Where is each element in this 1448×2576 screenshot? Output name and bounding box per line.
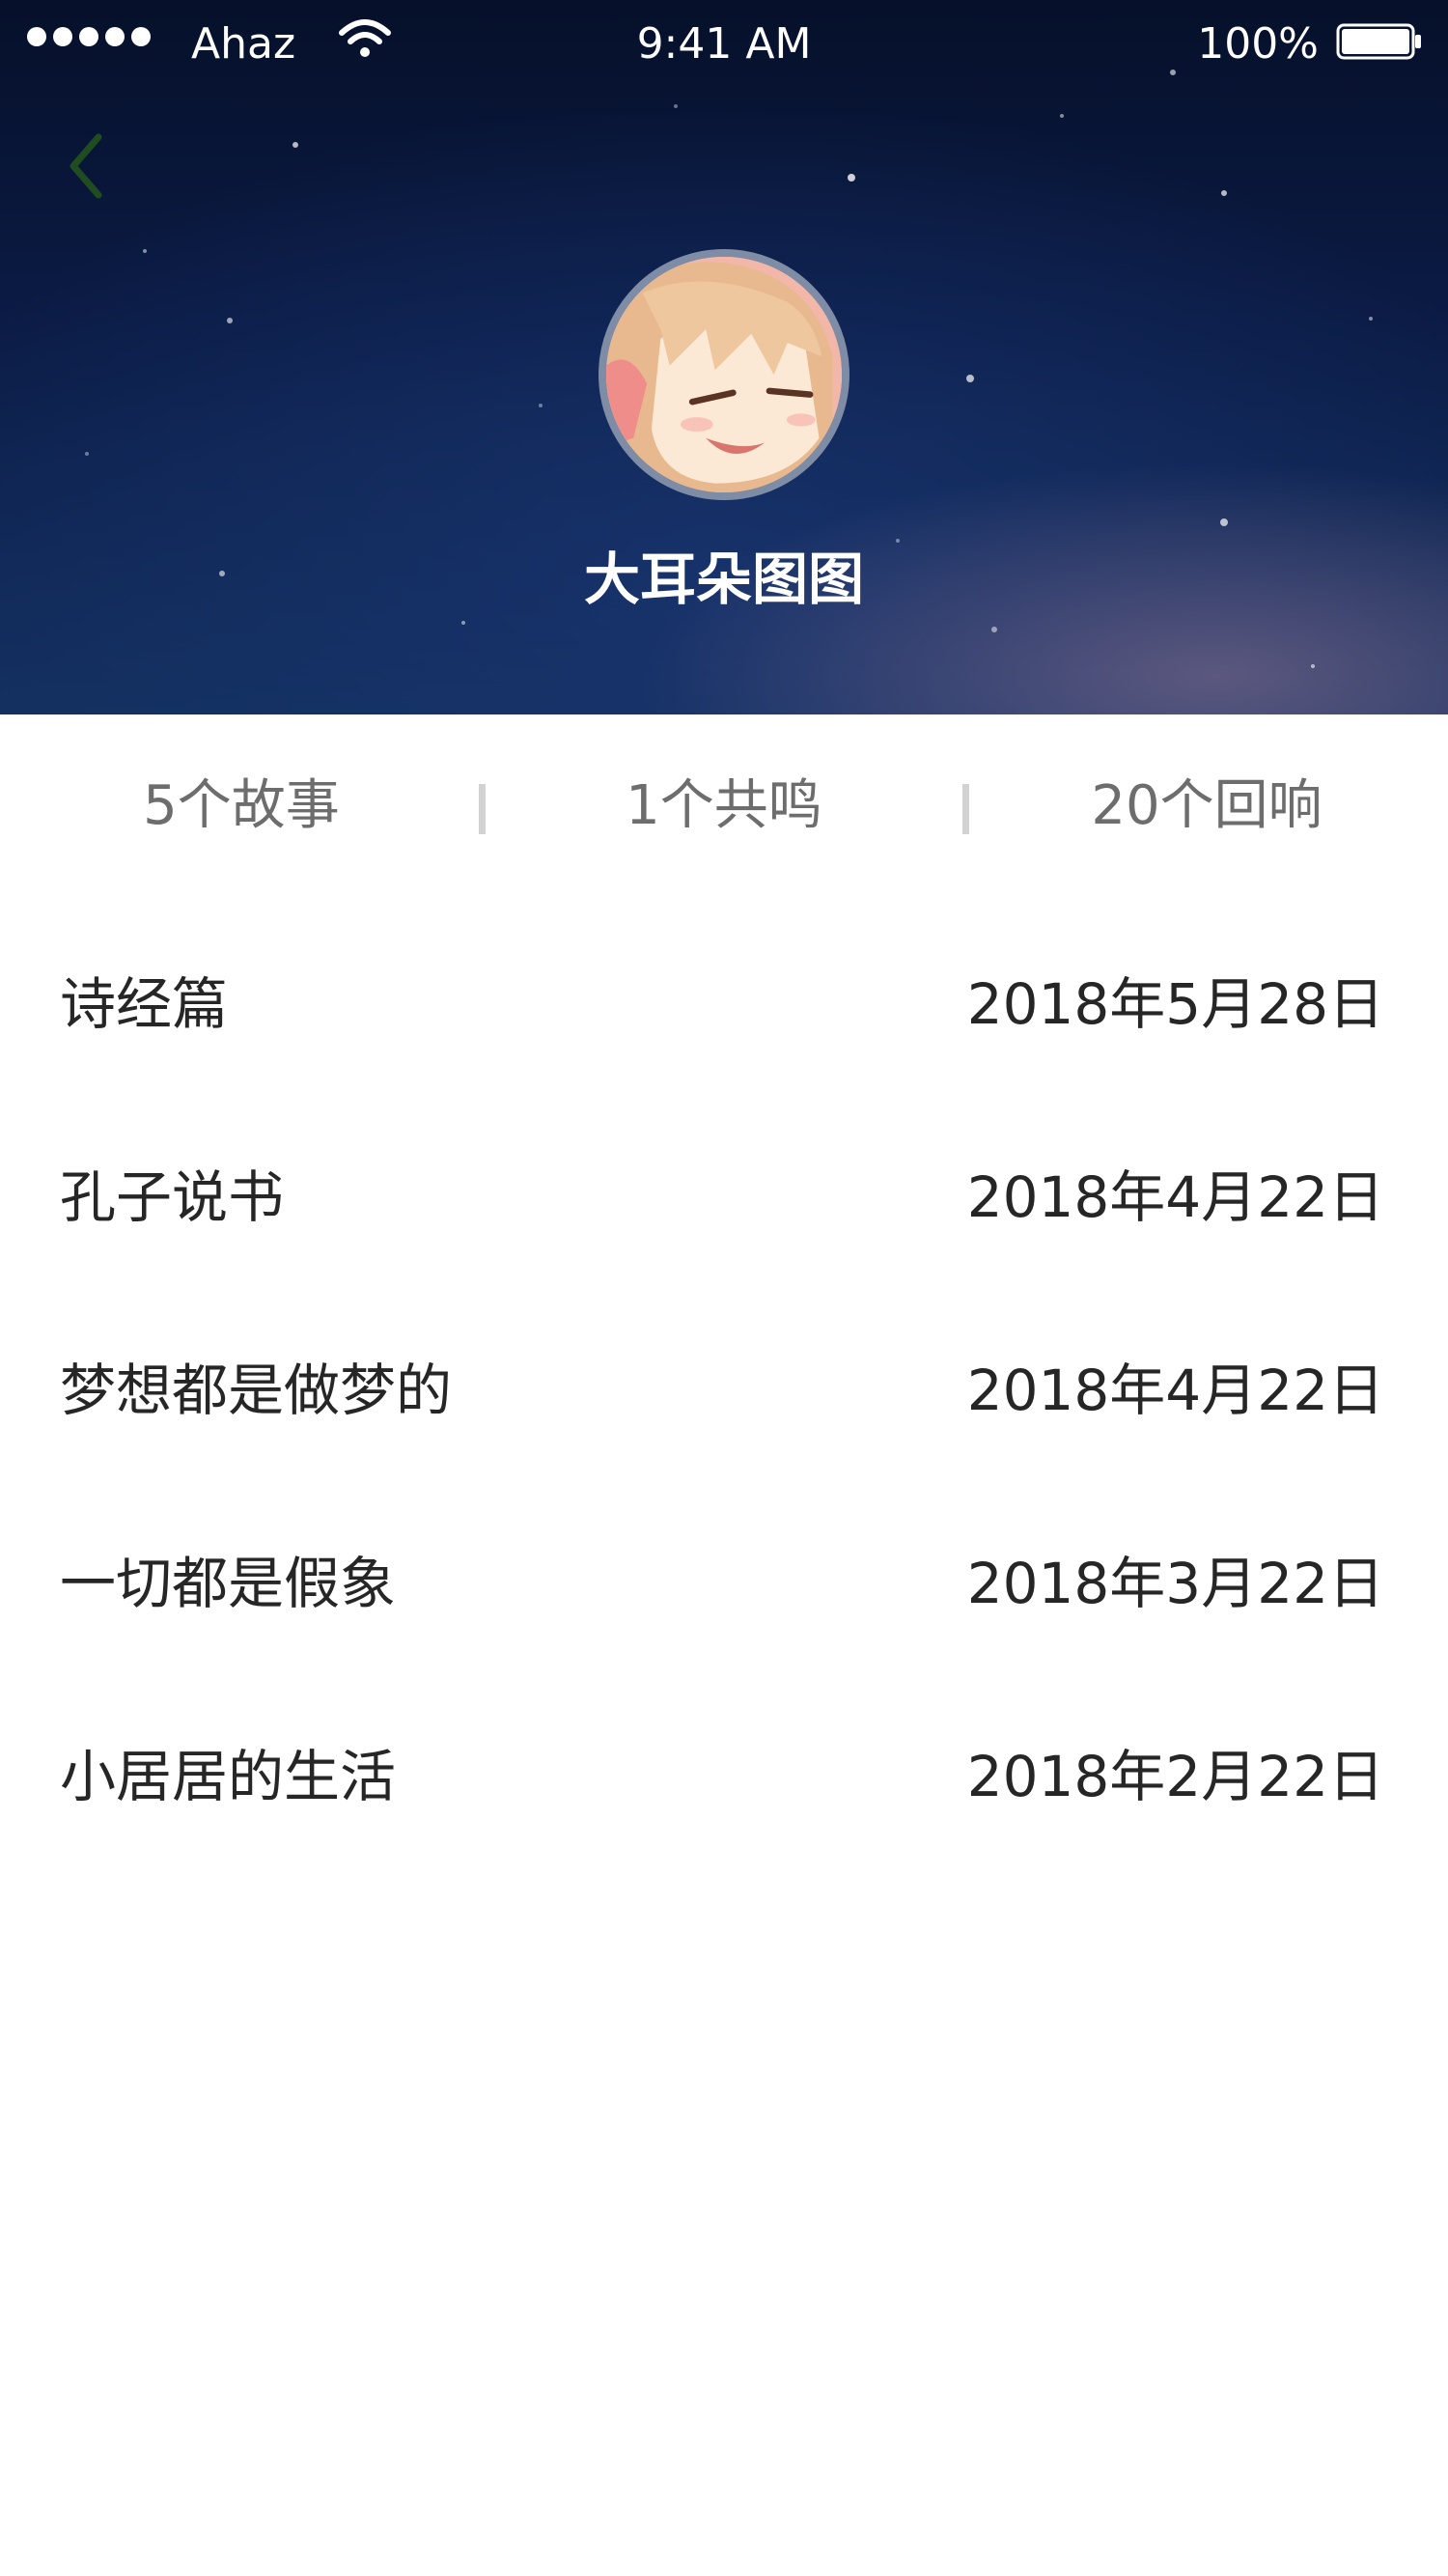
story-title: 梦想都是做梦的: [60, 1358, 453, 1423]
username: 大耳朵图图: [583, 546, 864, 612]
list-item[interactable]: 一切都是假象 2018年3月22日: [0, 1487, 1448, 1680]
story-date: 2018年2月22日: [966, 1744, 1384, 1809]
avatar[interactable]: [599, 249, 849, 500]
status-bar: Ahaz 9:41 AM 100%: [0, 0, 1448, 87]
chevron-left-icon[interactable]: [60, 129, 114, 203]
story-date: 2018年4月22日: [966, 1358, 1384, 1423]
story-title: 孔子说书: [60, 1164, 285, 1230]
story-list: 诗经篇 2018年5月28日 孔子说书 2018年4月22日 梦想都是做梦的 2…: [0, 908, 1448, 1873]
profile-header: Ahaz 9:41 AM 100% 大耳朵图图: [0, 0, 1448, 714]
stats-bar: 5个故事 1个共鸣 20个回响: [0, 714, 1448, 908]
story-title: 一切都是假象: [60, 1551, 397, 1616]
stories-count-tab[interactable]: 5个故事: [0, 768, 483, 845]
anime-girl-avatar: [606, 257, 842, 492]
story-title: 诗经篇: [60, 971, 229, 1037]
battery-percentage: 100%: [1197, 19, 1319, 69]
list-item[interactable]: 孔子说书 2018年4月22日: [0, 1101, 1448, 1294]
battery-icon: [1336, 23, 1421, 60]
resonance-count-tab[interactable]: 1个共鸣: [483, 768, 965, 845]
list-item[interactable]: 诗经篇 2018年5月28日: [0, 908, 1448, 1101]
story-date: 2018年4月22日: [966, 1164, 1384, 1230]
story-title: 小居居的生活: [60, 1744, 397, 1809]
replies-count-tab[interactable]: 20个回响: [965, 768, 1448, 845]
list-item[interactable]: 小居居的生活 2018年2月22日: [0, 1680, 1448, 1873]
list-item[interactable]: 梦想都是做梦的 2018年4月22日: [0, 1294, 1448, 1487]
story-date: 2018年3月22日: [966, 1551, 1384, 1616]
story-date: 2018年5月28日: [966, 971, 1384, 1037]
